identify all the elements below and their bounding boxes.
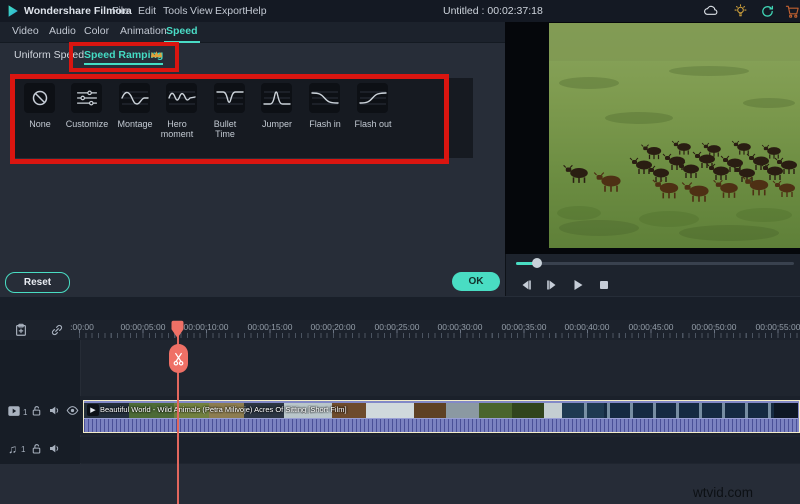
menu-export[interactable]: Export xyxy=(215,0,245,22)
jumper-curve-icon xyxy=(262,91,291,105)
ok-button[interactable]: OK xyxy=(452,272,500,291)
hero-moment-curve-icon xyxy=(167,91,196,105)
cloud-icon[interactable] xyxy=(703,4,718,19)
preset-label-hero-moment: Hero moment xyxy=(160,119,194,140)
timeline-toolbar xyxy=(0,296,800,321)
preset-label-jumper: Jumper xyxy=(261,119,292,129)
preview-pane xyxy=(505,22,800,254)
reset-button[interactable]: Reset xyxy=(5,272,70,293)
montage-curve-icon xyxy=(120,91,149,105)
menu-view[interactable]: View xyxy=(190,0,213,22)
stop-button[interactable] xyxy=(596,277,612,293)
tab-animation[interactable]: Animation xyxy=(118,22,169,41)
clip-play-badge-icon: ▶ xyxy=(87,404,99,416)
menu-file[interactable]: File xyxy=(112,0,129,22)
preset-label-montage: Montage xyxy=(117,119,153,129)
audio-track-number: 1 xyxy=(21,445,26,454)
video-track-icon xyxy=(8,406,20,416)
preset-jumper[interactable] xyxy=(261,83,292,113)
bullet-time-curve-icon xyxy=(215,91,244,105)
preset-label-bullet-time: Bullet Time xyxy=(213,119,237,140)
none-icon xyxy=(32,90,47,106)
audio-track-icon: ♫ xyxy=(8,442,17,456)
uniform-speed-tab[interactable]: Uniform Speed xyxy=(14,49,84,61)
customize-sliders-icon xyxy=(76,90,97,106)
paste-board-icon[interactable] xyxy=(14,323,28,337)
store-cart-icon[interactable] xyxy=(785,4,800,19)
tab-color[interactable]: Color xyxy=(82,22,111,41)
preset-none[interactable] xyxy=(24,83,55,113)
menu-edit[interactable]: Edit xyxy=(138,0,156,22)
playhead-split-scissors-badge[interactable] xyxy=(169,344,188,373)
tab-audio[interactable]: Audio xyxy=(47,22,78,41)
menu-help[interactable]: Help xyxy=(245,0,267,22)
play-button[interactable] xyxy=(570,277,586,293)
timeline-empty-area xyxy=(0,464,800,504)
video-track-lock-icon[interactable] xyxy=(30,404,43,417)
crown-premium-icon xyxy=(150,51,163,58)
seek-knob[interactable] xyxy=(532,258,542,268)
link-clips-icon[interactable] xyxy=(50,323,64,337)
audio-track-lock-icon[interactable] xyxy=(30,442,43,455)
video-preview-frame xyxy=(549,23,800,248)
split-scissors-white-icon xyxy=(173,352,184,366)
filmora-window: Wondershare Filmora File Edit Tools View… xyxy=(0,0,800,504)
preset-label-none: None xyxy=(29,119,51,129)
video-track-mute-icon[interactable] xyxy=(48,404,61,417)
preset-montage[interactable] xyxy=(119,83,150,113)
flash-in-curve-icon xyxy=(310,91,339,105)
clip-audio-waveform xyxy=(84,418,798,432)
menu-tools[interactable]: Tools xyxy=(163,0,188,22)
ruler-minor-ticks xyxy=(79,333,800,338)
next-frame-button[interactable] xyxy=(544,277,560,293)
preset-customize[interactable] xyxy=(71,83,102,113)
clip-thumbnails-ocean-section xyxy=(564,403,774,418)
video-track-number: 1 xyxy=(23,408,28,417)
clip-title: Beautiful World - Wild Animals (Petra Mi… xyxy=(100,405,347,414)
watermark-text: wtvid.com xyxy=(693,485,754,500)
preset-label-customize: Customize xyxy=(65,119,109,129)
tab-speed[interactable]: Speed xyxy=(164,22,200,43)
seek-bar[interactable] xyxy=(516,262,794,265)
timeline-video-clip[interactable]: ▶ Beautiful World - Wild Animals (Petra … xyxy=(83,400,800,433)
tab-video[interactable]: Video xyxy=(10,22,41,41)
top-menu-bar: Wondershare Filmora File Edit Tools View… xyxy=(0,0,800,22)
flash-out-curve-icon xyxy=(358,91,387,105)
audio-track-mute-icon[interactable] xyxy=(48,442,61,455)
preset-flash-out[interactable] xyxy=(357,83,388,113)
preview-controls-bar xyxy=(505,254,800,296)
preset-label-flash-out: Flash out xyxy=(354,119,392,129)
preset-bullet-time[interactable] xyxy=(214,83,245,113)
preset-label-flash-in: Flash in xyxy=(309,119,341,129)
tips-bulb-icon[interactable] xyxy=(733,3,748,19)
editor-tabs: Video Audio Color Animation Speed xyxy=(0,22,505,43)
video-track-visibility-eye-icon[interactable] xyxy=(66,404,79,417)
filmora-logo-icon xyxy=(8,5,18,17)
preset-hero-moment[interactable] xyxy=(166,83,197,113)
sync-update-icon[interactable] xyxy=(760,4,775,19)
previous-frame-button[interactable] xyxy=(518,277,534,293)
audio-track-lane[interactable] xyxy=(80,437,800,463)
playhead-head[interactable] xyxy=(170,320,185,339)
project-title: Untitled : 00:02:37:18 xyxy=(443,5,543,17)
preset-flash-in[interactable] xyxy=(309,83,340,113)
